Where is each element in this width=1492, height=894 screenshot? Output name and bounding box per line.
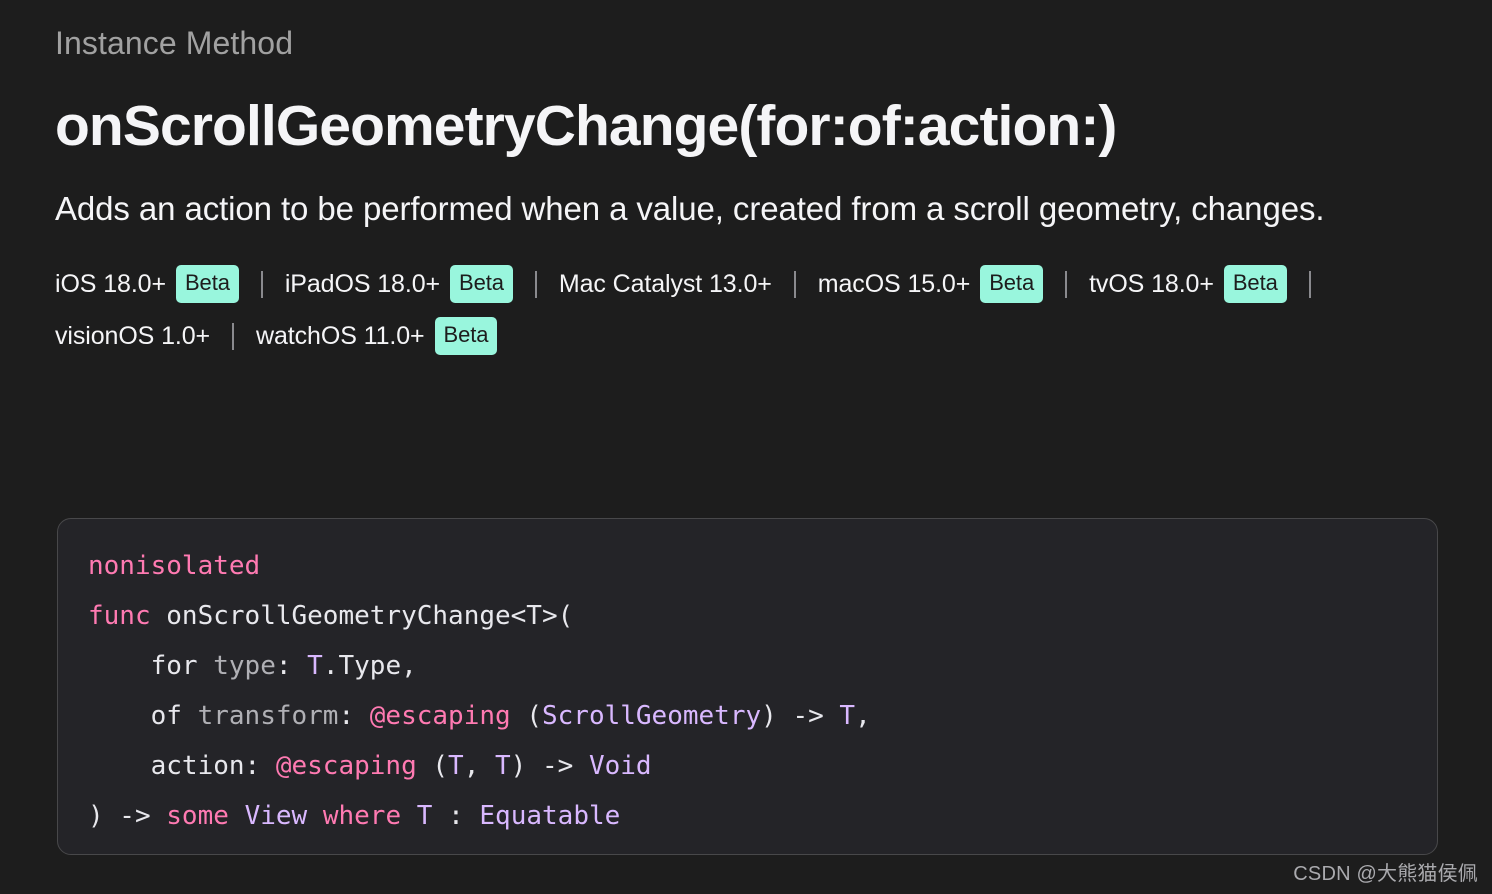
- code-token: type: [213, 651, 276, 681]
- code-line: nonisolated: [88, 541, 1407, 591]
- page-title: onScrollGeometryChange(for:of:action:): [55, 94, 1117, 158]
- availability-item: visionOS 1.0+: [55, 319, 210, 353]
- code-token: of: [88, 701, 198, 731]
- code-token: ScrollGeometry: [541, 701, 762, 731]
- beta-badge: Beta: [980, 265, 1044, 303]
- code-token: nonisolated: [88, 551, 261, 581]
- availability-item: iPadOS 18.0+ Beta: [285, 265, 513, 303]
- code-line: for type: T.Type,: [88, 641, 1407, 691]
- code-token: transform: [197, 701, 339, 731]
- page-eyebrow-kind: Instance Method: [55, 25, 294, 61]
- availability-separator: [260, 270, 263, 298]
- code-token: (: [510, 701, 542, 731]
- code-token: :: [338, 701, 370, 731]
- code-token: ,: [463, 751, 496, 781]
- code-line: action: @escaping (T, T) -> Void: [88, 741, 1407, 791]
- availability-separator: [534, 270, 537, 298]
- availability-platform: Mac Catalyst 13.0+: [558, 270, 772, 298]
- page-abstract: Adds an action to be performed when a va…: [55, 190, 1325, 227]
- code-line: func onScrollGeometryChange<T>(: [88, 591, 1407, 641]
- beta-badge: Beta: [434, 317, 498, 355]
- code-token: T: [307, 651, 323, 681]
- code-token: ) ->: [510, 751, 589, 781]
- code-token: ) ->: [88, 801, 167, 831]
- code-token: :: [275, 651, 308, 681]
- beta-badge: Beta: [175, 265, 239, 303]
- availability-item: tvOS 18.0+ Beta: [1089, 265, 1287, 303]
- code-token: some: [166, 801, 229, 831]
- beta-badge: Beta: [450, 265, 513, 303]
- code-line: of transform: @escaping (ScrollGeometry)…: [88, 691, 1407, 741]
- code-token: onScrollGeometryChange<T>(: [150, 601, 574, 631]
- availability-platform: visionOS 1.0+: [55, 322, 211, 350]
- code-line: ) -> some View where T : Equatable: [88, 791, 1407, 841]
- availability-separator: [1065, 270, 1068, 298]
- code-token: (: [416, 751, 449, 781]
- availability-platform: tvOS 18.0+: [1089, 270, 1214, 298]
- availability-item: Mac Catalyst 13.0+: [559, 267, 772, 301]
- availability-item: iOS 18.0+ Beta: [55, 265, 239, 303]
- declaration-code: nonisolated func onScrollGeometryChange<T…: [88, 541, 1407, 841]
- availability-separator: [793, 270, 796, 298]
- availability-platform: watchOS 11.0+: [256, 322, 425, 350]
- code-token: .Type,: [322, 651, 417, 681]
- declaration-code-block: nonisolated func onScrollGeometryChange<T…: [57, 518, 1438, 855]
- availability-item: watchOS 11.0+ Beta: [256, 317, 498, 355]
- code-token: @escaping: [275, 751, 417, 781]
- availability-platform: iOS 18.0+: [55, 270, 166, 298]
- code-token: func: [88, 601, 151, 631]
- code-token: T: [839, 701, 856, 731]
- code-token: ) ->: [761, 701, 840, 731]
- code-token: View: [244, 801, 308, 831]
- code-token: ,: [855, 701, 871, 731]
- beta-badge: Beta: [1223, 265, 1287, 303]
- availability-platform: macOS 15.0+: [817, 270, 971, 298]
- code-token: where: [322, 801, 402, 831]
- code-token: :: [432, 801, 480, 831]
- code-token: T: [495, 751, 511, 781]
- documentation-page: Instance Method onScrollGeometryChange(f…: [0, 0, 1492, 894]
- watermark: CSDN @大熊猫侯佩: [1293, 863, 1478, 885]
- code-token: Void: [588, 751, 652, 781]
- code-token: action:: [88, 751, 276, 781]
- availability-separator: [1308, 270, 1311, 298]
- availability-list: iOS 18.0+ Beta iPadOS 18.0+ Beta Mac Catalys…: [55, 265, 1400, 355]
- code-token: Equatable: [479, 801, 621, 831]
- code-token: T: [416, 801, 433, 831]
- code-token: @escaping: [369, 701, 511, 731]
- code-token: for: [88, 651, 214, 681]
- code-token: T: [448, 751, 464, 781]
- availability-item: macOS 15.0+ Beta: [817, 265, 1044, 303]
- availability-separator: [232, 322, 235, 350]
- availability-platform: iPadOS 18.0+: [284, 270, 441, 298]
